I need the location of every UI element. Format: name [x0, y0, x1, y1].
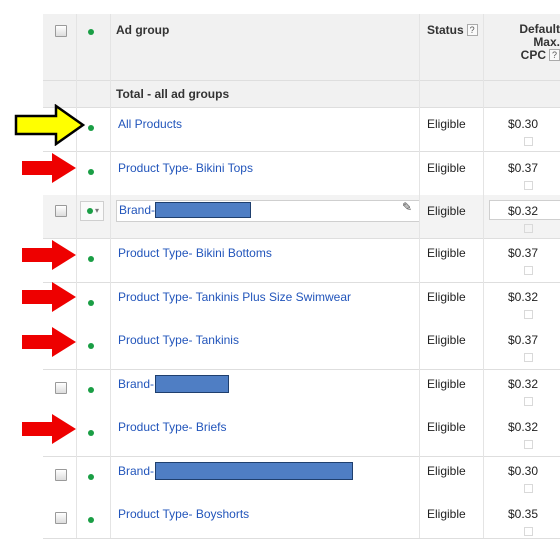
column-header-ad-group[interactable]: Ad group: [116, 23, 169, 37]
redacted-name-block: [155, 375, 229, 393]
column-divider: [76, 14, 77, 538]
red-arrow-icon: [22, 153, 76, 183]
edit-icon[interactable]: [524, 353, 533, 362]
ad-group-link[interactable]: Product Type- Bikini Bottoms: [118, 246, 272, 260]
status-text: Eligible: [427, 507, 466, 521]
ad-group-link[interactable]: Product Type- Bikini Tops: [118, 161, 253, 175]
status-dot-icon: [88, 169, 94, 175]
ad-group-link[interactable]: Product Type- Boyshorts: [118, 507, 249, 521]
column-divider: [110, 14, 111, 538]
cpc-value[interactable]: $0.32: [508, 420, 538, 434]
cpc-value[interactable]: $0.32: [508, 290, 538, 304]
select-all-checkbox[interactable]: [55, 25, 67, 37]
status-text: Eligible: [427, 246, 466, 260]
cpc-value[interactable]: $0.30: [508, 464, 538, 478]
red-arrow-icon: [22, 240, 76, 270]
status-dot-icon: [88, 343, 94, 349]
ad-groups-table: Ad group Status? Default Max. CPC? Total -…: [43, 14, 560, 539]
status-dot-icon: [87, 208, 93, 214]
column-header-default-max-cpc[interactable]: Default Max. CPC?: [498, 23, 560, 62]
edit-icon[interactable]: [524, 181, 533, 190]
red-arrow-icon: [22, 414, 76, 444]
status-text: Eligible: [427, 117, 466, 131]
cpc-value[interactable]: $0.37: [508, 246, 538, 260]
ad-group-link[interactable]: Brand-: [118, 464, 154, 478]
edit-icon[interactable]: [524, 527, 533, 536]
edit-icon[interactable]: [524, 266, 533, 275]
edit-icon[interactable]: [524, 137, 533, 146]
row-checkbox[interactable]: [55, 382, 67, 394]
cpc-value[interactable]: $0.37: [508, 161, 538, 175]
column-divider: [483, 14, 484, 538]
pencil-icon[interactable]: ✎: [402, 200, 412, 214]
status-text: Eligible: [427, 204, 466, 218]
column-header-status[interactable]: Status?: [427, 23, 478, 37]
status-dot-icon: [88, 29, 94, 35]
status-text: Eligible: [427, 377, 466, 391]
status-help-icon[interactable]: ?: [466, 24, 478, 36]
ad-group-link[interactable]: Product Type- Tankinis Plus Size Swimwea…: [118, 290, 351, 304]
cpc-value[interactable]: $0.35: [508, 507, 538, 521]
status-dot-icon: [88, 256, 94, 262]
cpc-value[interactable]: $0.32: [508, 204, 538, 218]
edit-icon[interactable]: [524, 310, 533, 319]
edit-icon[interactable]: [524, 224, 533, 233]
status-text: Eligible: [427, 161, 466, 175]
status-text: Eligible: [427, 420, 466, 434]
red-arrow-icon: [22, 327, 76, 357]
column-divider: [419, 14, 420, 538]
status-dot-icon: [88, 474, 94, 480]
chevron-down-icon: ▾: [95, 206, 100, 215]
status-dot-icon: [88, 430, 94, 436]
ad-group-link[interactable]: Brand-: [118, 377, 154, 391]
status-dot-icon: [88, 300, 94, 306]
ad-group-link[interactable]: Brand-: [119, 203, 155, 217]
redacted-name-block: [155, 202, 251, 218]
status-text: Eligible: [427, 290, 466, 304]
row-checkbox[interactable]: [55, 512, 67, 524]
status-text: Eligible: [427, 333, 466, 347]
status-text: Eligible: [427, 464, 466, 478]
edit-icon[interactable]: [524, 397, 533, 406]
redacted-name-block: [155, 462, 353, 480]
status-dot-icon: [88, 517, 94, 523]
row-checkbox[interactable]: [55, 205, 67, 217]
ad-group-link[interactable]: Product Type- Tankinis: [118, 333, 239, 347]
edit-icon[interactable]: [524, 484, 533, 493]
edit-icon[interactable]: [524, 440, 533, 449]
cpc-help-icon[interactable]: ?: [549, 49, 560, 61]
red-arrow-icon: [22, 282, 76, 312]
ad-group-link[interactable]: All Products: [118, 117, 182, 131]
row-checkbox[interactable]: [55, 469, 67, 481]
cpc-value[interactable]: $0.37: [508, 333, 538, 347]
yellow-arrow-icon: [14, 104, 86, 146]
status-dot-icon: [88, 387, 94, 393]
total-label: Total - all ad groups: [116, 87, 230, 101]
ad-group-link[interactable]: Product Type- Briefs: [118, 420, 227, 434]
status-dot-icon: [88, 125, 94, 131]
cpc-value[interactable]: $0.32: [508, 377, 538, 391]
cpc-value[interactable]: $0.30: [508, 117, 538, 131]
status-dropdown[interactable]: ▾: [80, 201, 104, 221]
